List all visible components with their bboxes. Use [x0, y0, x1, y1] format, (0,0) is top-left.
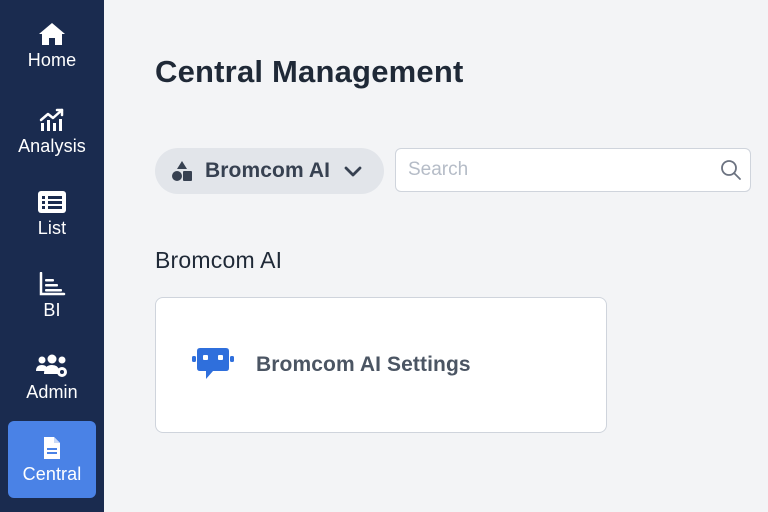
sidebar-item-label: Home	[27, 50, 77, 70]
home-icon	[37, 22, 67, 46]
search-input[interactable]	[396, 149, 718, 191]
analysis-icon	[38, 108, 66, 132]
bromcom-ai-settings-card[interactable]: Bromcom AI Settings	[155, 297, 607, 433]
sidebar-item-admin[interactable]: Admin	[8, 346, 96, 410]
sidebar-item-list[interactable]: List	[8, 182, 96, 246]
section-title: Bromcom AI	[155, 247, 283, 273]
sidebar-item-central[interactable]: Central	[8, 421, 96, 498]
admin-users-icon	[35, 354, 69, 378]
app-root: Home Analysis List BI Admin Central Cent…	[0, 0, 768, 512]
robot-chat-icon	[192, 348, 234, 379]
chevron-down-icon	[344, 166, 362, 177]
sidebar-item-label: Central	[22, 463, 82, 484]
shapes-icon	[172, 161, 192, 181]
sidebar-item-label: List	[37, 218, 67, 238]
sidebar: Home Analysis List BI Admin Central	[0, 0, 104, 512]
bi-chart-icon	[38, 272, 66, 296]
search-icon[interactable]	[720, 159, 742, 181]
sidebar-item-label: Analysis	[18, 136, 86, 156]
sidebar-item-label: BI	[43, 300, 61, 320]
product-selector-dropdown[interactable]: Bromcom AI	[155, 148, 384, 194]
card-label: Bromcom AI Settings	[256, 353, 471, 376]
page-title: Central Management	[155, 54, 464, 89]
main-content: Central Management Bromcom AI Bromcom AI	[104, 0, 768, 512]
product-selector-label: Bromcom AI	[205, 159, 331, 182]
sidebar-item-label: Admin	[26, 382, 78, 402]
sidebar-item-home[interactable]: Home	[8, 14, 96, 78]
sidebar-item-analysis[interactable]: Analysis	[8, 100, 96, 164]
document-icon	[41, 436, 63, 460]
search-box	[395, 148, 751, 192]
list-icon	[37, 190, 67, 214]
sidebar-item-bi[interactable]: BI	[8, 264, 96, 328]
